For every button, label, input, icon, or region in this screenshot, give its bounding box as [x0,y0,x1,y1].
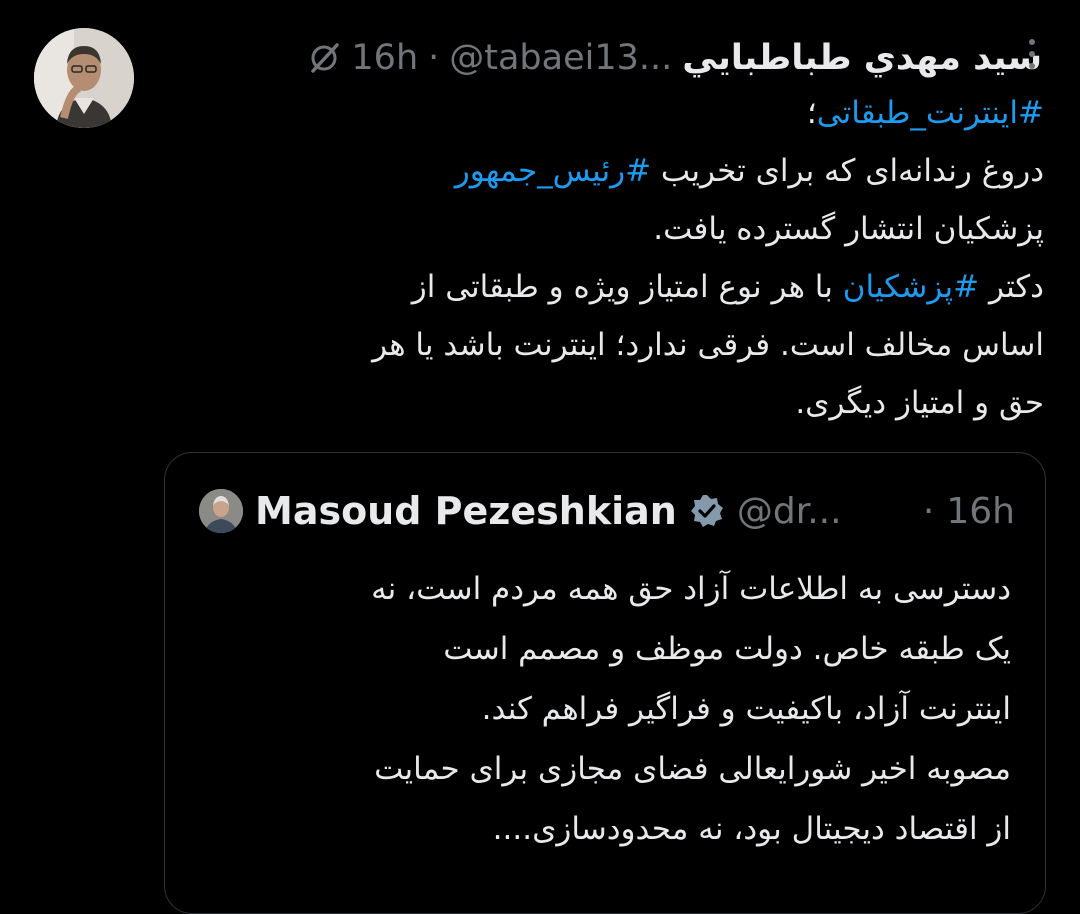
tweet-text-span: دروغ رندانه‌ای که برای تخریب [651,153,1044,189]
tweet-body: #اینترنت_طبقاتی؛ دروغ رندانه‌ای که برای ت… [200,84,1044,432]
quoted-tweet-line: یک طبقه خاص. دولت موظف و مصمم است [443,631,1011,667]
tweet-text-span: با هر نوع امتیاز ویژه و طبقاتی از [411,269,843,305]
tweet-text-span: پزشکیان انتشار گسترده یافت. [653,211,1044,247]
tweet-line: دروغ رندانه‌ای که برای تخریب #رئیس_جمهور [200,142,1044,200]
tweet-text-span: حق و امتیاز دیگری. [795,385,1044,421]
tweet-line: #اینترنت_طبقاتی؛ [200,84,1044,142]
quoted-tweet[interactable]: Masoud Pezeshkian @dr... · 16h دسترسی به… [164,452,1046,914]
tweet-line: اساس مخالف است. فرقی ندارد؛ اینترنت باشد… [200,316,1044,374]
grok-icon[interactable] [307,41,341,75]
author-name[interactable]: سيد مهدي طباطبايي [682,38,1042,78]
quoted-tweet-line: دسترسی به اطلاعات آزاد حق همه مردم است، … [371,571,1011,607]
hashtag-link[interactable]: #پزشکیان [843,269,979,305]
quoted-tweet-line: از اقتصاد دیجیتال بود، نه محدودسازی.... [492,811,1011,847]
more-options-icon[interactable] [1026,34,1038,74]
author-handle[interactable]: @tabaei13... [449,38,672,78]
verified-badge-icon [689,493,725,529]
quoted-tweet-line: اینترنت آزاد، باکیفیت و فراگیر فراهم کند… [481,691,1011,727]
quoted-tweet-header: Masoud Pezeshkian @dr... · 16h [199,483,1015,539]
tweet-text-span: ؛ [806,95,817,131]
tweet-line: پزشکیان انتشار گسترده یافت. [200,200,1044,258]
tweet-text-span: دکتر [979,269,1044,305]
tweet-time[interactable]: 16h [351,38,418,78]
tweet-header: سيد مهدي طباطبايي @tabaei13... · 16h [164,30,1042,86]
quoted-author-avatar[interactable] [199,489,243,533]
quoted-tweet-line: مصوبه اخیر شورایعالی فضای مجازی برای حما… [374,751,1011,787]
quoted-tweet-time[interactable]: 16h [946,491,1015,532]
hashtag-link[interactable]: #رئیس_جمهور [455,153,651,189]
separator-dot: · [428,38,440,78]
tweet-line: دکتر #پزشکیان با هر نوع امتیاز ویژه و طب… [200,258,1044,316]
quoted-tweet-body: دسترسی به اطلاعات آزاد حق همه مردم است، … [205,559,1011,859]
quoted-separator-dot: · [922,490,935,532]
tweet-text-span: اساس مخالف است. فرقی ندارد؛ اینترنت باشد… [372,327,1044,363]
quoted-author-name[interactable]: Masoud Pezeshkian [255,489,677,533]
author-avatar[interactable] [34,28,134,128]
hashtag-link[interactable]: #اینترنت_طبقاتی [817,95,1044,131]
tweet-line: حق و امتیاز دیگری. [200,374,1044,432]
quoted-author-handle[interactable]: @dr... [737,491,842,532]
